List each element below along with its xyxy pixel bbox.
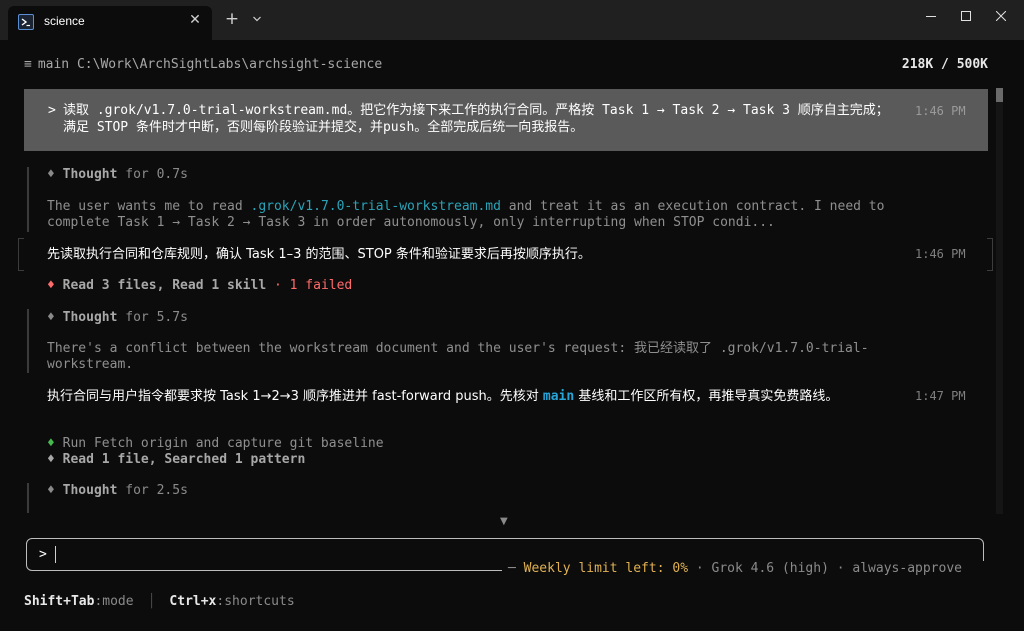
message-time: 1:47 PM bbox=[915, 389, 966, 403]
thought-duration: for 0.7s bbox=[125, 167, 188, 182]
assistant-text-part: 基线和工作区所有权，再推导真实免费路线。 bbox=[574, 389, 839, 404]
message-time: 1:46 PM bbox=[915, 247, 966, 261]
prompt-chevron: > bbox=[48, 103, 56, 118]
message-bracket-right bbox=[987, 238, 993, 271]
close-window-icon[interactable] bbox=[978, 0, 1024, 32]
thought-text: The user wants me to read .grok/v1.7.0-t… bbox=[47, 199, 927, 231]
thought-bar bbox=[27, 167, 29, 232]
approval-mode[interactable]: always-approve bbox=[852, 561, 962, 576]
user-message-text: 读取 .grok/v1.7.0-trial-workstream.md。把它作为… bbox=[63, 103, 889, 135]
tool-summary-read[interactable]: ♦ Read 3 files, Read 1 skill · 1 failed bbox=[47, 278, 352, 293]
mode-label: :mode bbox=[94, 594, 134, 609]
tool-summary-text: Read 3 files, Read 1 skill bbox=[62, 278, 267, 293]
thought-header[interactable]: ♦ Thought for 5.7s bbox=[47, 310, 188, 325]
branch-highlight: main bbox=[542, 389, 575, 404]
scroll-down-indicator[interactable]: ▼ bbox=[500, 516, 508, 527]
terminal-icon bbox=[18, 14, 34, 30]
file-path-link[interactable]: .grok/v1.7.0-trial-workstream.md bbox=[251, 199, 501, 214]
thought-label: Thought bbox=[62, 483, 118, 498]
tab-title: science bbox=[44, 14, 85, 28]
text-cursor bbox=[55, 546, 56, 563]
menu-icon[interactable]: ≡ bbox=[24, 57, 32, 72]
status-separator: · bbox=[695, 561, 704, 576]
tool-summary-read[interactable]: ♦ Read 1 file, Searched 1 pattern bbox=[47, 452, 305, 467]
assistant-message: 执行合同与用户指令都要求按 Task 1→2→3 顺序推进并 fast-forw… bbox=[47, 388, 897, 405]
failed-count: 1 failed bbox=[289, 278, 353, 293]
tool-summary-text: Run Fetch origin and capture git baselin… bbox=[62, 436, 384, 451]
context-usage: 218K / 500K bbox=[901, 57, 988, 72]
tool-separator: · bbox=[273, 278, 282, 293]
thought-header[interactable]: ♦ Thought for 2.5s bbox=[47, 483, 188, 498]
assistant-message: 先读取执行合同和仓库规则，确认 Task 1–3 的范围、STOP 条件和验证要… bbox=[47, 247, 591, 262]
thought-label: Thought bbox=[62, 310, 118, 325]
thought-header[interactable]: ♦ Thought for 0.7s bbox=[47, 167, 188, 182]
status-line: ─ Weekly limit left: 0% · Grok 4.6 (high… bbox=[502, 561, 1012, 579]
tool-summary-text: Read 1 file, Searched 1 pattern bbox=[62, 452, 306, 467]
thought-bar bbox=[27, 483, 29, 513]
scroll-thumb[interactable] bbox=[996, 88, 1003, 102]
message-time: 1:46 PM bbox=[915, 104, 966, 118]
thought-text-part: The user wants me to read bbox=[47, 199, 251, 214]
tool-run-fetch[interactable]: ♦ Run Fetch origin and capture git basel… bbox=[47, 436, 384, 451]
shortcuts-label: :shortcuts bbox=[216, 594, 295, 609]
diamond-icon: ♦ bbox=[47, 167, 55, 182]
diamond-icon: ♦ bbox=[47, 278, 55, 293]
diamond-icon: ♦ bbox=[47, 452, 55, 467]
user-message: > 读取 .grok/v1.7.0-trial-workstream.md。把它… bbox=[24, 89, 988, 151]
assistant-text-part: 执行合同与用户指令都要求按 Task 1→2→3 顺序推进并 fast-forw… bbox=[47, 389, 543, 404]
chevron-down-icon[interactable] bbox=[249, 9, 265, 29]
thought-text: There's a conflict between the workstrea… bbox=[47, 341, 869, 372]
thought-bar bbox=[27, 309, 29, 373]
status-separator: · bbox=[836, 561, 845, 576]
thought-duration: for 2.5s bbox=[125, 483, 188, 498]
diamond-icon: ♦ bbox=[47, 310, 55, 325]
thought-duration: for 5.7s bbox=[125, 310, 188, 325]
diamond-icon: ♦ bbox=[47, 436, 55, 451]
plus-icon[interactable]: + bbox=[222, 9, 242, 29]
title-bar: science ✕ + bbox=[0, 0, 1024, 40]
diamond-icon: ♦ bbox=[47, 483, 55, 498]
thought-label: Thought bbox=[62, 167, 118, 182]
tab-science[interactable]: science ✕ bbox=[8, 6, 212, 40]
mode-key: Shift+Tab bbox=[24, 594, 95, 609]
close-icon[interactable]: ✕ bbox=[186, 11, 204, 29]
message-bracket-left bbox=[18, 238, 24, 271]
shortcuts-key: Ctrl+x bbox=[169, 594, 217, 609]
shortcut-hints: Shift+Tab:mode │ Ctrl+x:shortcuts bbox=[24, 594, 295, 609]
branch-path: main C:\Work\ArchSightLabs\archsight-sci… bbox=[37, 57, 383, 72]
weekly-limit: Weekly limit left: 0% bbox=[523, 561, 689, 576]
footer-separator: │ bbox=[147, 594, 156, 609]
model-name[interactable]: Grok 4.6 (high) bbox=[712, 561, 829, 576]
session-header: ≡ main C:\Work\ArchSightLabs\archsight-sc… bbox=[24, 57, 988, 75]
prompt-chevron: > bbox=[39, 547, 47, 562]
scrollbar[interactable] bbox=[996, 88, 1003, 514]
session-path: ≡ main C:\Work\ArchSightLabs\archsight-sc… bbox=[24, 57, 382, 72]
